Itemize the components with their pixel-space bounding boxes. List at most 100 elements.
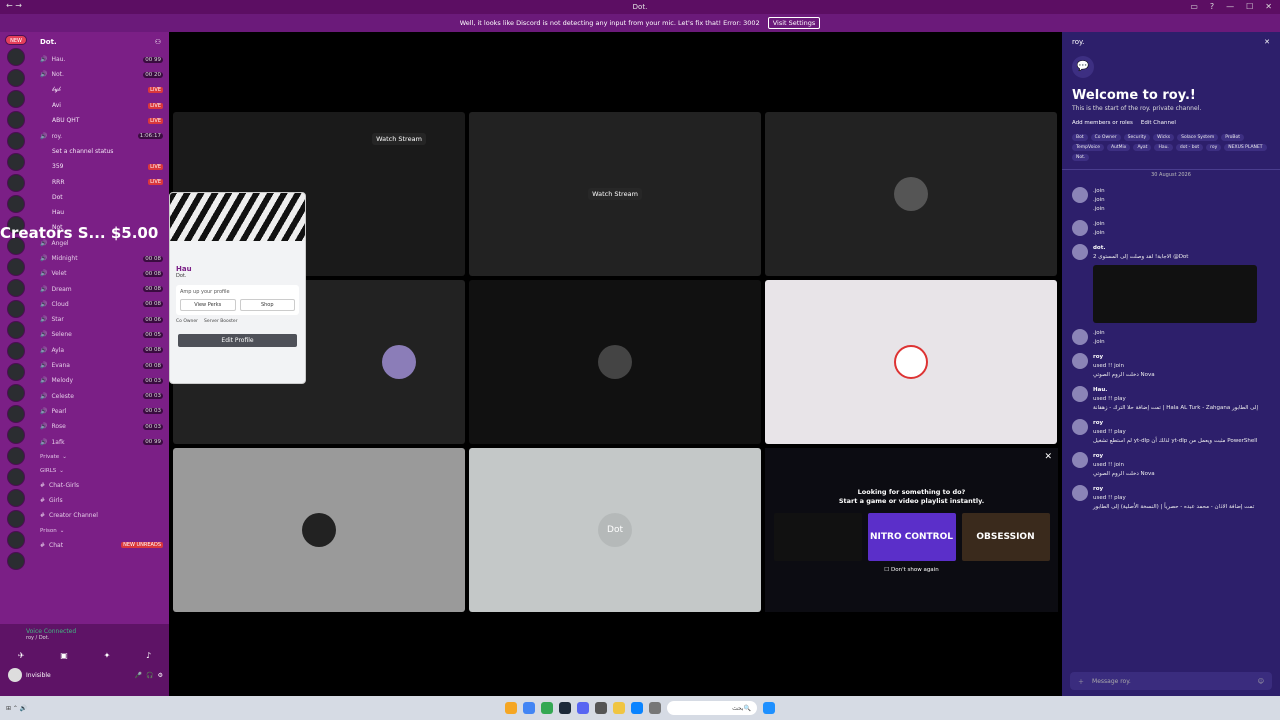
voice-channel[interactable]: 🔊 1afk 00 99	[32, 434, 169, 449]
voice-user[interactable]: ABU QHT LIVE	[32, 113, 169, 128]
voice-channel[interactable]: 🔊 Cloud 00 08	[32, 297, 169, 312]
mic-icon[interactable]: 🎤	[135, 672, 142, 679]
message-input[interactable]: ＋ Message roy. ☺	[1070, 672, 1272, 690]
dont-show-checkbox[interactable]: ☐ Don't show again	[765, 567, 1058, 573]
voice-user[interactable]: RRR LIVE	[32, 174, 169, 189]
add-member-icon[interactable]: ⚇	[155, 38, 161, 46]
file-explorer-icon[interactable]	[613, 702, 625, 714]
activity-icon[interactable]: ✦	[104, 651, 111, 660]
server-icon[interactable]	[7, 321, 25, 339]
voice-channel[interactable]: 🔊 Dream 00 08	[32, 281, 169, 296]
message-avatar[interactable]	[1072, 329, 1088, 345]
category-girls[interactable]: GIRLS ⌄	[32, 464, 169, 478]
message-author[interactable]: roy	[1093, 419, 1257, 428]
discord-icon[interactable]	[577, 702, 589, 714]
voice-channel[interactable]: 🔊 Melody 00 03	[32, 373, 169, 388]
server-icon[interactable]	[7, 153, 25, 171]
watch-stream-button[interactable]: Watch Stream	[372, 133, 426, 145]
stream-tile[interactable]: Watch Stream	[469, 112, 761, 276]
activity-card[interactable]: OBSESSION	[961, 513, 1050, 561]
text-channel[interactable]: # Creator Channel	[32, 508, 169, 523]
screen-share-icon[interactable]: ▣	[60, 651, 68, 660]
message-avatar[interactable]	[1072, 452, 1088, 468]
message-avatar[interactable]	[1072, 419, 1088, 435]
user-tile[interactable]	[765, 280, 1057, 444]
edge-icon[interactable]	[631, 702, 643, 714]
voice-channel[interactable]: 🔊 Selene 00 05	[32, 327, 169, 342]
user-avatar[interactable]	[8, 668, 22, 682]
voice-user[interactable]: Dot	[32, 190, 169, 205]
close-icon[interactable]: ✕	[1044, 452, 1052, 462]
message-avatar[interactable]	[1072, 220, 1088, 236]
emoji-icon[interactable]: ☺	[1258, 678, 1264, 685]
message-avatar[interactable]	[1072, 353, 1088, 369]
user-tile[interactable]	[173, 448, 465, 612]
voice-channel[interactable]: 🔊 Rose 00 03	[32, 419, 169, 434]
server-icon[interactable]	[7, 510, 25, 528]
server-icon[interactable]	[7, 48, 25, 66]
headphone-icon[interactable]: 🎧	[146, 672, 153, 679]
message-avatar[interactable]	[1072, 485, 1088, 501]
taskbar-app-icon[interactable]	[505, 702, 517, 714]
server-icon[interactable]	[7, 405, 25, 423]
maximize-icon[interactable]: ☐	[1246, 2, 1253, 11]
attach-icon[interactable]: ＋	[1078, 677, 1084, 686]
camera-icon[interactable]: ✈	[18, 651, 25, 660]
message-author[interactable]: roy	[1093, 452, 1155, 461]
activity-card[interactable]	[773, 513, 862, 561]
message-author[interactable]: roy	[1093, 485, 1254, 494]
add-members-button[interactable]: Add members or roles	[1072, 120, 1133, 126]
category-prison[interactable]: Prison ⌄	[32, 524, 169, 538]
message-author[interactable]: Hau.	[1093, 386, 1258, 395]
message-avatar[interactable]	[1072, 187, 1088, 203]
inbox-icon[interactable]: ▭	[1190, 2, 1198, 11]
voice-user[interactable]: Avi LIVE	[32, 98, 169, 113]
server-icon[interactable]	[7, 363, 25, 381]
voice-channel[interactable]: 🔊 Midnight 00 08	[32, 251, 169, 266]
server-icon[interactable]	[7, 90, 25, 108]
settings-icon[interactable]: ⚙	[158, 672, 163, 679]
message-author[interactable]: dot.	[1093, 244, 1257, 253]
message-image[interactable]	[1093, 265, 1257, 323]
user-tile[interactable]	[765, 112, 1057, 276]
watch-stream-button[interactable]: Watch Stream	[588, 188, 642, 200]
voice-channel[interactable]: 🔊 Velet 00 08	[32, 266, 169, 281]
taskbar-app-icon[interactable]	[649, 702, 661, 714]
server-header[interactable]: Dot. ⚇	[32, 32, 169, 52]
back-icon[interactable]: ← →	[6, 1, 22, 10]
message-author[interactable]: roy	[1093, 353, 1155, 362]
server-icon[interactable]	[7, 426, 25, 444]
server-icon[interactable]	[7, 384, 25, 402]
visit-settings-button[interactable]: Visit Settings	[767, 17, 821, 29]
voice-channel-roy[interactable]: 🔊 roy. 1:06:17	[32, 128, 169, 143]
server-icon[interactable]	[7, 342, 25, 360]
channel-status[interactable]: Set a channel status	[32, 144, 169, 159]
edit-channel-button[interactable]: Edit Channel	[1141, 120, 1176, 126]
voice-user[interactable]: Hau	[32, 205, 169, 220]
server-icon[interactable]	[7, 447, 25, 465]
view-perks-button[interactable]: View Perks	[180, 299, 236, 311]
shop-button[interactable]: Shop	[239, 299, 295, 311]
edit-profile-button[interactable]: Edit Profile	[178, 334, 297, 347]
server-icon[interactable]	[7, 111, 25, 129]
server-icon[interactable]	[7, 489, 25, 507]
voice-user[interactable]: 𝒷𝓎𝒷 LIVE	[32, 83, 169, 98]
message-avatar[interactable]	[1072, 386, 1088, 402]
voice-user[interactable]: 359 LIVE	[32, 159, 169, 174]
user-tile[interactable]	[469, 280, 761, 444]
chrome-icon[interactable]	[523, 702, 535, 714]
voice-channel[interactable]: 🔊 Not. 00 20	[32, 67, 169, 82]
text-channel[interactable]: # Girls	[32, 493, 169, 508]
new-unreads-badge[interactable]: NEW UNREADS	[121, 542, 163, 549]
text-channel[interactable]: # Chat NEW UNREADS	[32, 538, 169, 553]
tray-icons[interactable]: ⊞ ⌃ 🔊	[6, 705, 27, 712]
server-icon[interactable]	[7, 132, 25, 150]
server-icon[interactable]	[7, 69, 25, 87]
taskbar-app-icon[interactable]	[541, 702, 553, 714]
server-icon[interactable]	[7, 300, 25, 318]
steam-icon[interactable]	[559, 702, 571, 714]
voice-channel[interactable]: 🔊 Pearl 00 03	[32, 404, 169, 419]
activity-card[interactable]: NITRO CONTROL	[867, 513, 956, 561]
taskbar-search[interactable]: بحث 🔍	[667, 701, 757, 715]
message-avatar[interactable]	[1072, 244, 1088, 260]
